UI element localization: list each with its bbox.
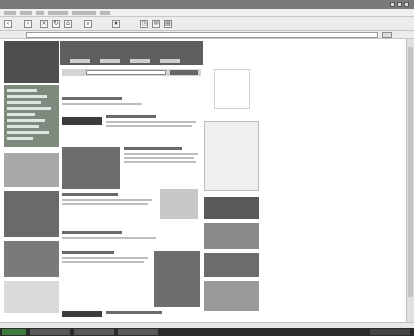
start-button[interactable] xyxy=(2,329,26,335)
taskbar xyxy=(0,328,414,336)
title-bar xyxy=(0,0,414,9)
sidebar-image[interactable] xyxy=(204,223,259,249)
promo-image[interactable] xyxy=(4,241,59,277)
sidebar-image[interactable] xyxy=(204,253,259,277)
address-bar xyxy=(0,31,414,39)
address-input[interactable] xyxy=(26,32,378,38)
article-text xyxy=(106,125,192,127)
sidebar-image[interactable] xyxy=(204,281,259,311)
taskbar-item[interactable] xyxy=(74,329,114,335)
article-text xyxy=(124,157,194,159)
right-column xyxy=(204,41,259,321)
article-heading[interactable] xyxy=(106,115,156,118)
minimize-icon[interactable] xyxy=(390,2,395,7)
vertical-scrollbar[interactable] xyxy=(406,39,414,322)
promo-image[interactable] xyxy=(4,191,59,237)
site-search-input[interactable] xyxy=(86,70,166,75)
banner-tab[interactable] xyxy=(70,59,90,63)
system-tray xyxy=(370,329,410,335)
article-heading[interactable] xyxy=(62,251,114,254)
print-icon[interactable]: ▤ xyxy=(164,20,172,28)
nav-link[interactable] xyxy=(7,125,39,128)
back-arrow-icon[interactable]: ‹ xyxy=(4,20,12,28)
article-text xyxy=(62,237,156,239)
article-text xyxy=(124,153,198,155)
left-nav xyxy=(4,85,59,147)
article-image[interactable] xyxy=(62,117,102,125)
menu-item[interactable] xyxy=(20,11,32,15)
history-icon[interactable]: ◷ xyxy=(140,20,148,28)
menu-item[interactable] xyxy=(72,11,96,15)
nav-link[interactable] xyxy=(7,89,37,92)
mail-icon[interactable]: ✉ xyxy=(152,20,160,28)
article-text xyxy=(62,203,148,205)
browser-toolbar: ‹ › × ↻ ⌂ ⌕ ★ ◷ ✉ ▤ xyxy=(0,17,414,31)
banner-tab[interactable] xyxy=(100,59,120,63)
maximize-icon[interactable] xyxy=(397,2,402,7)
refresh-icon[interactable]: ↻ xyxy=(52,20,60,28)
article-heading[interactable] xyxy=(62,97,122,100)
search-icon[interactable]: ⌕ xyxy=(84,20,92,28)
menu-item[interactable] xyxy=(36,11,44,15)
nav-link[interactable] xyxy=(7,119,45,122)
header-image xyxy=(4,41,59,83)
nav-link[interactable] xyxy=(7,131,49,134)
home-icon[interactable]: ⌂ xyxy=(64,20,72,28)
favorites-icon[interactable]: ★ xyxy=(112,20,120,28)
banner-tab[interactable] xyxy=(160,59,180,63)
article-text xyxy=(106,121,196,123)
center-column xyxy=(60,41,203,321)
article-text xyxy=(62,103,142,105)
logo-graphic[interactable] xyxy=(214,69,250,109)
article-heading[interactable] xyxy=(62,231,122,234)
menu-item[interactable] xyxy=(100,11,110,15)
scrollbar-thumb[interactable] xyxy=(408,47,413,297)
close-icon[interactable] xyxy=(404,2,409,7)
article-heading[interactable] xyxy=(124,147,182,150)
page-viewport xyxy=(0,39,406,322)
stop-icon[interactable]: × xyxy=(40,20,48,28)
logo-block[interactable] xyxy=(4,281,59,313)
taskbar-item[interactable] xyxy=(30,329,70,335)
promo-image[interactable] xyxy=(4,153,59,187)
article-text xyxy=(124,161,196,163)
article-image[interactable] xyxy=(160,189,198,219)
menu-item[interactable] xyxy=(4,11,16,15)
nav-link[interactable] xyxy=(7,137,33,140)
site-search-button[interactable] xyxy=(170,70,198,75)
article-text xyxy=(62,199,152,201)
article-heading[interactable] xyxy=(106,311,162,314)
forward-arrow-icon[interactable]: › xyxy=(24,20,32,28)
article-image[interactable] xyxy=(154,251,200,307)
sidebar-box xyxy=(204,121,259,191)
banner-tab[interactable] xyxy=(130,59,150,63)
nav-link[interactable] xyxy=(7,95,47,98)
article-image[interactable] xyxy=(62,311,102,317)
menu-item[interactable] xyxy=(48,11,68,15)
menu-bar xyxy=(0,9,414,17)
article-text xyxy=(62,261,144,263)
go-button[interactable] xyxy=(382,32,392,38)
sidebar-image[interactable] xyxy=(204,197,259,219)
article-image[interactable] xyxy=(62,147,120,189)
search-row xyxy=(62,69,201,76)
nav-link[interactable] xyxy=(7,113,35,116)
article-heading[interactable] xyxy=(62,193,118,196)
left-column xyxy=(4,41,59,321)
nav-link[interactable] xyxy=(7,107,51,110)
article-text xyxy=(62,257,148,259)
nav-link[interactable] xyxy=(7,101,41,104)
taskbar-item[interactable] xyxy=(118,329,158,335)
site-banner xyxy=(60,41,203,65)
